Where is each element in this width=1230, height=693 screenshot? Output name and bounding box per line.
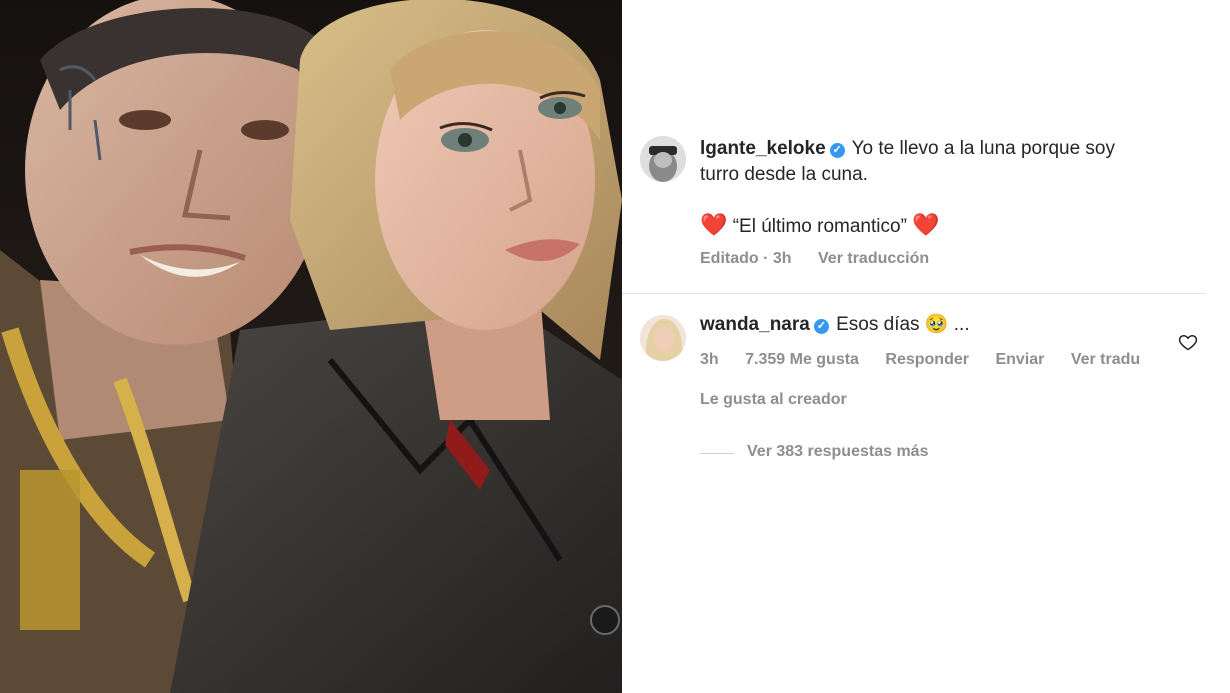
comment-line-1: lgante_keloke ✓ Yo te llevo a la luna por… xyxy=(700,136,1210,162)
comments-panel: lgante_keloke ✓ Yo te llevo a la luna por… xyxy=(622,0,1230,693)
comment-meta-wanda: 3h 7.359 Me gusta Responder Enviar Ver t… xyxy=(700,351,1220,369)
comment-quote: “El último romantico” xyxy=(732,216,907,237)
red-heart-emoji-left: ❤️ xyxy=(700,212,728,237)
username-lgante[interactable]: lgante_keloke xyxy=(700,138,826,159)
comment-divider xyxy=(622,293,1206,294)
comment-text-line1: Yo te llevo a la luna porque soy xyxy=(851,138,1115,159)
comment-text-line2: turro desde la cuna. xyxy=(700,164,868,185)
see-translation-link[interactable]: Ver tradu xyxy=(1071,351,1140,368)
avatar-lgante-image xyxy=(640,136,686,182)
avatar-wanda[interactable] xyxy=(640,315,686,361)
red-heart-emoji-right: ❤️ xyxy=(912,212,940,237)
post-photo xyxy=(0,0,622,693)
reply-button[interactable]: Responder xyxy=(885,351,969,368)
avatar-lgante[interactable] xyxy=(640,136,686,182)
comment-ellipsis: ... xyxy=(953,314,970,335)
comment-lgante: lgante_keloke ✓ Yo te llevo a la luna por… xyxy=(700,136,1210,240)
username-wanda[interactable]: wanda_nara xyxy=(700,314,810,335)
avatar-wanda-image xyxy=(640,315,686,361)
comment-wanda: wanda_nara ✓ Esos días 🥹 ... xyxy=(700,312,1180,338)
verified-badge-icon: ✓ xyxy=(813,319,829,334)
verified-badge-icon: ✓ xyxy=(829,143,845,158)
comment-text-wanda: Esos días xyxy=(836,314,920,335)
comment-time: 3h xyxy=(700,351,719,368)
replies-line xyxy=(700,453,734,454)
comment-quote-line: ❤️ “El último romantico” ❤️ xyxy=(700,212,1210,240)
send-button[interactable]: Enviar xyxy=(995,351,1044,368)
pleading-face-emoji: 🥹 xyxy=(924,314,949,335)
heart-outline-icon[interactable] xyxy=(1178,332,1198,352)
edited-time: Editado · 3h xyxy=(700,250,792,267)
see-translation-link[interactable]: Ver traducción xyxy=(818,250,929,267)
like-count[interactable]: 7.359 Me gusta xyxy=(745,351,859,368)
view-replies-button[interactable]: Ver 383 respuestas más xyxy=(747,443,1230,461)
comment-meta-lgante: Editado · 3h Ver traducción xyxy=(700,250,1230,268)
liked-by-creator: Le gusta al creador xyxy=(700,391,847,408)
selfie-image xyxy=(0,0,622,693)
